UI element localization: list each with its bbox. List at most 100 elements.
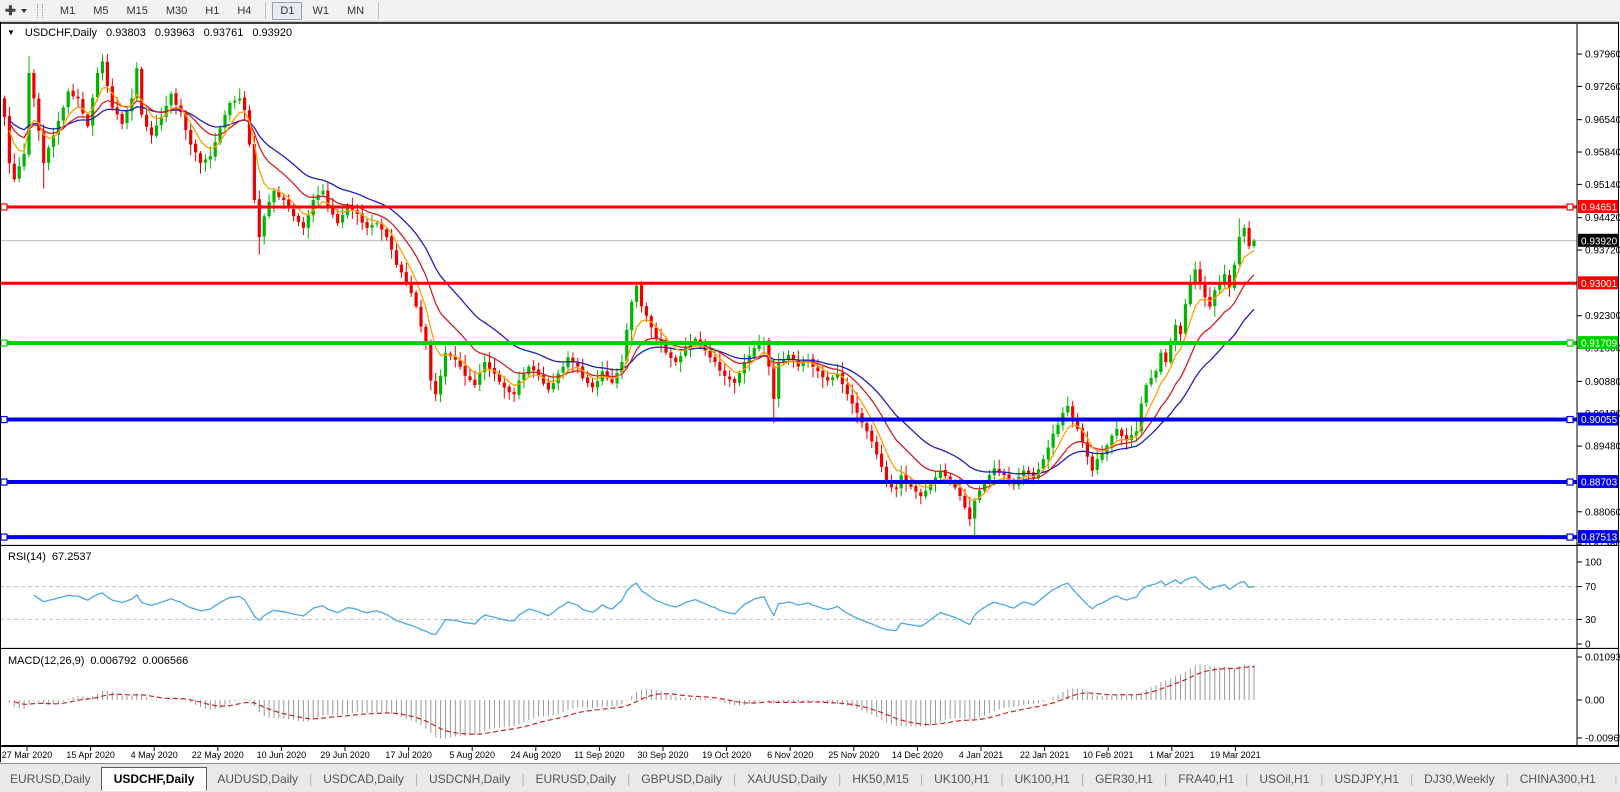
svg-text:0.90055: 0.90055 <box>1581 415 1618 426</box>
price-line-badge: 0.90055 <box>1578 413 1619 427</box>
date-tick-label: 1 Mar 2021 <box>1149 750 1195 760</box>
svg-text:0.94651: 0.94651 <box>1581 203 1618 214</box>
svg-text:0.91709: 0.91709 <box>1581 339 1618 350</box>
hline-handle-left[interactable] <box>1 479 7 485</box>
crosshair-icon: ✚ <box>5 4 16 17</box>
symbol-timeframe-label: USDCHF,Daily <box>25 27 97 39</box>
date-tick-label: 27 Mar 2020 <box>2 750 53 760</box>
rsi-scale-label: 100 <box>1585 558 1602 569</box>
hline-handle-right[interactable] <box>1567 204 1573 210</box>
hline-handle-right[interactable] <box>1567 340 1573 346</box>
macd-signal-value: 0.006566 <box>142 655 188 667</box>
chart-tab-ger30-11[interactable]: GER30,H1 <box>1085 768 1163 790</box>
hline-handle-left[interactable] <box>1 340 7 346</box>
main-chart-pane[interactable]: 0.979600.972600.965400.958400.951400.944… <box>0 22 1620 546</box>
date-tick-label: 30 Sep 2020 <box>637 750 688 760</box>
chart-tab-xauusd-7[interactable]: XAUUSD,Daily <box>737 768 837 790</box>
timeframe-button-m1[interactable]: M1 <box>52 2 83 20</box>
timeframe-button-m30[interactable]: M30 <box>158 2 195 20</box>
price-line-badge: 0.91709 <box>1578 336 1619 350</box>
chart-tab-china300-16[interactable]: CHINA300,H1 <box>1510 768 1606 790</box>
date-tick-label: 24 Aug 2020 <box>511 750 562 760</box>
hline-handle-left[interactable] <box>1 417 7 423</box>
timeframe-button-m5[interactable]: M5 <box>85 2 116 20</box>
hline-handle-left[interactable] <box>1 204 7 210</box>
date-tick-label: 15 Apr 2020 <box>66 750 115 760</box>
chart-tab-dj30-15[interactable]: DJ30,Weekly <box>1414 768 1504 790</box>
timeframe-button-m15[interactable]: M15 <box>118 2 155 20</box>
trading-terminal: ✚ M1M5M15M30H1H4 D1W1MN 0.97960 0.97260 0.9… <box>0 0 1620 792</box>
quote-low: 0.93761 <box>204 27 244 39</box>
timeframe-toolbar: ✚ M1M5M15M30H1H4 D1W1MN <box>0 0 1620 22</box>
macd-label: MACD(12,26,9) 0.006792 0.006566 <box>8 655 188 667</box>
price-tick-label: 0.95140 <box>1585 180 1620 191</box>
chart-tab-usoil-13[interactable]: USOil,H1 <box>1249 768 1319 790</box>
chart-tab-usdjpy-14[interactable]: USDJPY,H1 <box>1325 768 1409 790</box>
date-tick-label: 22 Jan 2021 <box>1020 750 1070 760</box>
rsi-indicator-pane[interactable]: 10070300 <box>0 546 1620 649</box>
chart-tab-eurusd-5[interactable]: EURUSD,Daily <box>525 768 626 790</box>
date-tick-label: 10 Jun 2020 <box>257 750 307 760</box>
timeframe-button-w1[interactable]: W1 <box>304 2 337 20</box>
rsi-scale-label: 30 <box>1585 615 1597 626</box>
crosshair-tool-button[interactable]: ✚ <box>5 4 27 17</box>
chart-tab-audusd-2[interactable]: AUDUSD,Daily <box>207 768 308 790</box>
price-tick-label: 0.90880 <box>1585 377 1620 388</box>
macd-scale-label: 0.010933 <box>1585 653 1620 664</box>
date-tick-label: 4 Jan 2021 <box>959 750 1004 760</box>
macd-name: MACD(12,26,9) <box>8 655 84 667</box>
date-tick-label: 17 Jul 2020 <box>385 750 432 760</box>
chart-tab-uk100-9[interactable]: UK100,H1 <box>924 768 999 790</box>
date-tick-label: 11 Sep 2020 <box>574 750 624 760</box>
rsi-value: 67.2537 <box>52 551 92 563</box>
price-tick-label: 0.97960 <box>1585 50 1620 61</box>
tab-divider: | <box>1614 774 1618 784</box>
quote-high: 0.93963 <box>155 27 195 39</box>
symbol-dropdown-icon[interactable]: ▼ <box>7 28 15 40</box>
quote-open: 0.93803 <box>106 27 146 39</box>
price-tick-label: 0.89480 <box>1585 442 1620 453</box>
svg-text:0.93920: 0.93920 <box>1581 236 1618 247</box>
rsi-scale-label: 0 <box>1585 640 1591 650</box>
date-tick-label: 4 May 2020 <box>131 750 178 760</box>
rsi-name: RSI(14) <box>8 551 46 563</box>
date-tick-label: 19 Oct 2020 <box>702 750 751 760</box>
svg-text:0.88703: 0.88703 <box>1581 478 1618 489</box>
price-tick-label: 0.97260 <box>1585 82 1620 93</box>
chart-title: ▼ USDCHF,Daily 0.93803 0.93963 0.93761 0… <box>7 27 292 39</box>
rsi-label: RSI(14) 67.2537 <box>8 551 92 563</box>
chart-tab-eurusd-0[interactable]: EURUSD,Daily <box>0 768 101 790</box>
date-tick-label: 29 Jun 2020 <box>320 750 370 760</box>
price-line-badge: 0.87513 <box>1578 530 1619 544</box>
hline-handle-right[interactable] <box>1567 534 1573 540</box>
date-tick-label: 6 Nov 2020 <box>767 750 813 760</box>
hline-handle-right[interactable] <box>1567 417 1573 423</box>
chart-tab-usdchf-1[interactable]: USDCHF,Daily <box>101 767 208 791</box>
hline-handle-right[interactable] <box>1567 479 1573 485</box>
timeframe-button-h4[interactable]: H4 <box>229 2 259 20</box>
chart-tab-fra40-12[interactable]: FRA40,H1 <box>1168 768 1244 790</box>
price-line-badge: 0.93001 <box>1578 276 1619 290</box>
price-tick-label: 0.94420 <box>1585 213 1620 224</box>
chart-tab-usdcad-3[interactable]: USDCAD,Daily <box>313 768 414 790</box>
chevron-down-icon[interactable] <box>21 9 27 13</box>
macd-scale-label: -0.009653 <box>1585 733 1620 744</box>
svg-text:0.87513: 0.87513 <box>1581 533 1618 544</box>
date-tick-label: 19 Mar 2021 <box>1210 750 1261 760</box>
chart-tab-gbpusd-6[interactable]: GBPUSD,Daily <box>631 768 732 790</box>
hline-handle-left[interactable] <box>1 534 7 540</box>
macd-main-value: 0.006792 <box>90 655 136 667</box>
chart-tab-uk100-10[interactable]: UK100,H1 <box>1005 768 1080 790</box>
timeframe-button-mn[interactable]: MN <box>339 2 372 20</box>
chart-tabs-bar: EURUSD,DailyUSDCHF,DailyAUDUSD,Daily|USD… <box>0 763 1620 792</box>
timeframe-button-h1[interactable]: H1 <box>197 2 227 20</box>
date-tick-label: 5 Aug 2020 <box>449 750 495 760</box>
toolbar-separator <box>378 2 379 19</box>
chart-tab-usdcnh-4[interactable]: USDCNH,Daily <box>419 768 520 790</box>
svg-text:0.93001: 0.93001 <box>1581 279 1618 290</box>
timeframe-button-d1[interactable]: D1 <box>272 2 302 20</box>
price-line-badge: 0.88703 <box>1578 475 1619 489</box>
macd-indicator-pane[interactable]: 0.0109330.00-0.00965327 Mar 202015 Apr 2… <box>0 649 1620 762</box>
price-line-badge: 0.94651 <box>1578 200 1619 214</box>
chart-tab-hk50-8[interactable]: HK50,M15 <box>842 768 919 790</box>
